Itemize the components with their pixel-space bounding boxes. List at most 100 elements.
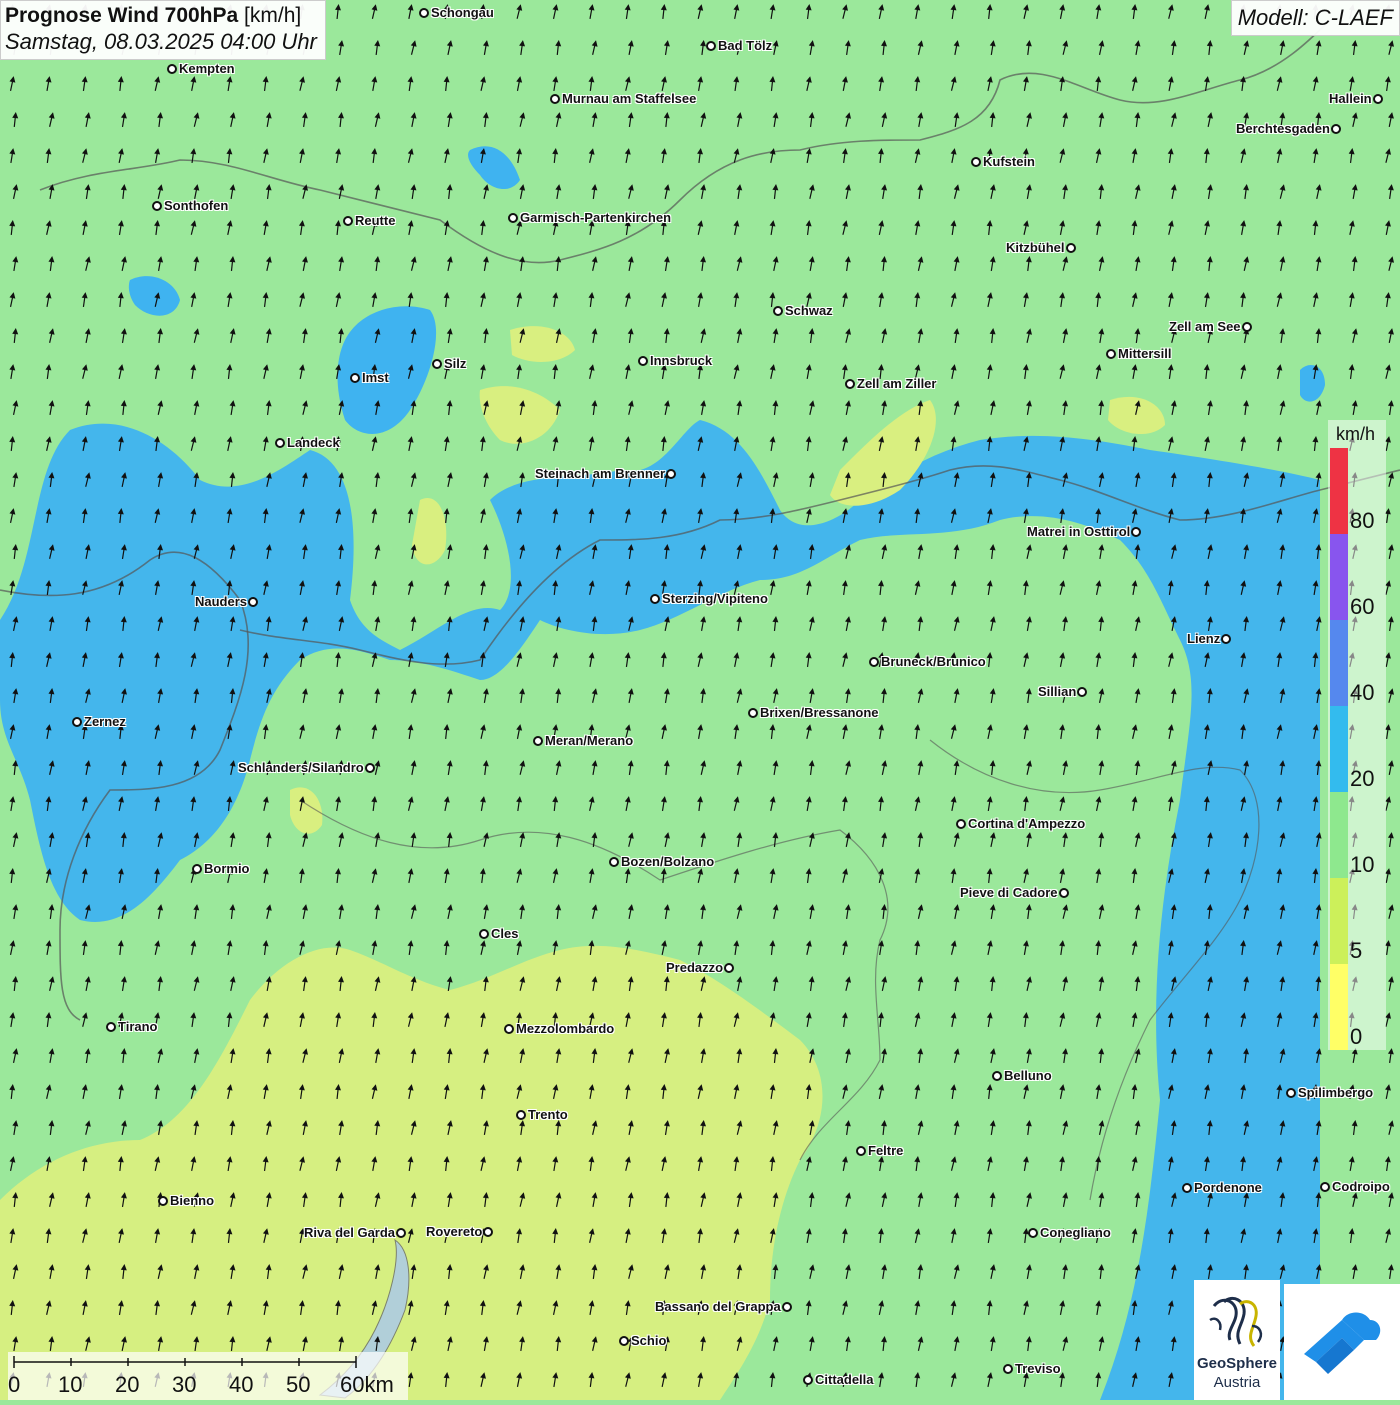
city-marker[interactable]	[167, 64, 177, 74]
city-label[interactable]: Bozen/Bolzano	[621, 854, 714, 869]
city-label[interactable]: Bormio	[204, 861, 250, 876]
city-marker[interactable]	[1286, 1088, 1296, 1098]
city-label[interactable]: Murnau am Staffelsee	[562, 91, 696, 106]
city-label[interactable]: Silz	[444, 356, 466, 371]
city-label[interactable]: Mezzolombardo	[516, 1021, 614, 1036]
city-marker[interactable]	[483, 1227, 493, 1237]
city-marker[interactable]	[1131, 527, 1141, 537]
city-marker[interactable]	[1003, 1364, 1013, 1374]
city-label[interactable]: Bad Tölz	[718, 38, 772, 53]
city-marker[interactable]	[158, 1196, 168, 1206]
city-marker[interactable]	[956, 819, 966, 829]
city-label[interactable]: Spilimbergo	[1298, 1085, 1373, 1100]
city-label[interactable]: Garmisch-Partenkirchen	[520, 210, 671, 225]
city-label[interactable]: Codroipo	[1332, 1179, 1390, 1194]
city-marker[interactable]	[609, 857, 619, 867]
city-marker[interactable]	[533, 736, 543, 746]
city-label[interactable]: Feltre	[868, 1143, 903, 1158]
city-marker[interactable]	[803, 1375, 813, 1385]
city-marker[interactable]	[724, 963, 734, 973]
city-label[interactable]: Sillian	[1038, 684, 1076, 699]
city-marker[interactable]	[550, 94, 560, 104]
city-label[interactable]: Cortina d'Ampezzo	[968, 816, 1085, 831]
city-label[interactable]: Kempten	[179, 61, 235, 76]
city-label[interactable]: Kitzbühel	[1006, 240, 1065, 255]
city-marker[interactable]	[516, 1110, 526, 1120]
city-label[interactable]: Schio	[631, 1333, 666, 1348]
city-marker[interactable]	[152, 201, 162, 211]
city-label[interactable]: Berchtesgaden	[1236, 121, 1330, 136]
city-marker[interactable]	[856, 1146, 866, 1156]
city-label[interactable]: Predazzo	[666, 960, 723, 975]
city-marker[interactable]	[619, 1336, 629, 1346]
city-marker[interactable]	[638, 356, 648, 366]
city-label[interactable]: Steinach am Brenner	[535, 466, 665, 481]
city-label[interactable]: Imst	[362, 370, 389, 385]
city-label[interactable]: Hallein	[1329, 91, 1372, 106]
city-marker[interactable]	[350, 373, 360, 383]
city-marker[interactable]	[1059, 888, 1069, 898]
city-marker[interactable]	[1242, 322, 1252, 332]
city-label[interactable]: Schlanders/Silandro	[238, 760, 364, 775]
city-label[interactable]: Reutte	[355, 213, 395, 228]
city-label[interactable]: Innsbruck	[650, 353, 712, 368]
city-marker[interactable]	[1373, 94, 1383, 104]
city-marker[interactable]	[773, 306, 783, 316]
city-marker[interactable]	[1066, 243, 1076, 253]
city-marker[interactable]	[106, 1022, 116, 1032]
city-label[interactable]: Landeck	[287, 435, 340, 450]
city-marker[interactable]	[1106, 349, 1116, 359]
city-marker[interactable]	[419, 8, 429, 18]
city-label[interactable]: Trento	[528, 1107, 568, 1122]
city-label[interactable]: Brixen/Bressanone	[760, 705, 879, 720]
city-label[interactable]: Schongau	[431, 5, 494, 20]
city-label[interactable]: Pordenone	[1194, 1180, 1262, 1195]
geosphere-logo[interactable]: GeoSphere Austria	[1194, 1280, 1280, 1400]
city-marker[interactable]	[869, 657, 879, 667]
city-label[interactable]: Zernez	[84, 714, 126, 729]
city-marker[interactable]	[508, 213, 518, 223]
city-marker[interactable]	[72, 717, 82, 727]
city-marker[interactable]	[845, 379, 855, 389]
city-label[interactable]: Schwaz	[785, 303, 833, 318]
city-marker[interactable]	[479, 929, 489, 939]
city-label[interactable]: Bienno	[170, 1193, 214, 1208]
city-label[interactable]: Pieve di Cadore	[960, 885, 1058, 900]
city-label[interactable]: Tirano	[118, 1019, 158, 1034]
city-label[interactable]: Zell am Ziller	[857, 376, 936, 391]
city-marker[interactable]	[748, 708, 758, 718]
city-label[interactable]: Sterzing/Vipiteno	[662, 591, 768, 606]
city-marker[interactable]	[396, 1228, 406, 1238]
city-marker[interactable]	[650, 594, 660, 604]
city-marker[interactable]	[343, 216, 353, 226]
city-marker[interactable]	[1320, 1182, 1330, 1192]
city-label[interactable]: Kufstein	[983, 154, 1035, 169]
city-marker[interactable]	[275, 438, 285, 448]
city-marker[interactable]	[1331, 124, 1341, 134]
city-marker[interactable]	[192, 864, 202, 874]
city-marker[interactable]	[706, 41, 716, 51]
city-label[interactable]: Cles	[491, 926, 518, 941]
city-marker[interactable]	[666, 469, 676, 479]
city-marker[interactable]	[971, 157, 981, 167]
city-marker[interactable]	[432, 359, 442, 369]
city-label[interactable]: Bruneck/Brunico	[881, 654, 986, 669]
city-label[interactable]: Sonthofen	[164, 198, 228, 213]
city-label[interactable]: Lienz	[1187, 631, 1220, 646]
city-label[interactable]: Matrei in Osttirol	[1027, 524, 1130, 539]
city-marker[interactable]	[782, 1302, 792, 1312]
city-marker[interactable]	[1028, 1228, 1038, 1238]
city-label[interactable]: Nauders	[195, 594, 247, 609]
city-label[interactable]: Meran/Merano	[545, 733, 633, 748]
city-marker[interactable]	[504, 1024, 514, 1034]
city-label[interactable]: Conegliano	[1040, 1225, 1111, 1240]
city-label[interactable]: Belluno	[1004, 1068, 1052, 1083]
city-marker[interactable]	[1077, 687, 1087, 697]
city-label[interactable]: Mittersill	[1118, 346, 1171, 361]
city-label[interactable]: Cittadella	[815, 1372, 874, 1387]
city-marker[interactable]	[1221, 634, 1231, 644]
city-marker[interactable]	[1182, 1183, 1192, 1193]
city-marker[interactable]	[365, 763, 375, 773]
city-label[interactable]: Rovereto	[426, 1224, 482, 1239]
city-label[interactable]: Zell am See	[1169, 319, 1241, 334]
